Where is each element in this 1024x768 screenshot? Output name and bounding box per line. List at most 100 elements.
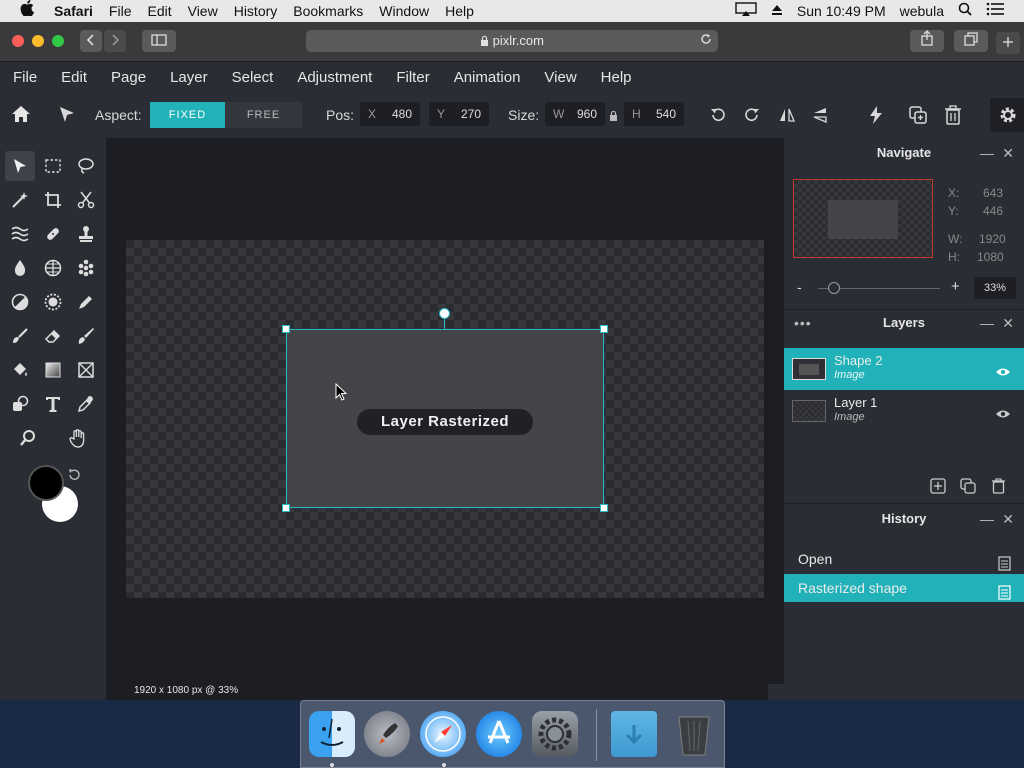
marquee-tool-button[interactable] <box>38 151 68 181</box>
shape-tool-button[interactable] <box>71 355 101 385</box>
layer-row-layer-1[interactable]: Layer 1 Image <box>784 390 1024 432</box>
editor-menu-help[interactable]: Help <box>588 69 643 86</box>
airplay-icon[interactable] <box>728 0 764 22</box>
rotate-left-icon[interactable] <box>709 106 727 127</box>
duplicate-icon[interactable] <box>908 105 928 128</box>
zoom-out-button[interactable]: - <box>797 279 802 295</box>
color-replace-tool-button[interactable] <box>5 287 35 317</box>
lock-ratio-icon[interactable] <box>609 108 618 124</box>
clone-tool-button[interactable] <box>71 219 101 249</box>
zoom-tool-button[interactable] <box>13 423 43 453</box>
sidebar-toggle-button[interactable] <box>142 30 176 52</box>
text-tool-button[interactable] <box>38 389 68 419</box>
apple-icon[interactable] <box>0 0 46 22</box>
aspect-fixed-button[interactable]: FIXED <box>150 102 225 128</box>
swap-colors-icon[interactable] <box>67 468 81 487</box>
menu-history[interactable]: History <box>226 0 286 22</box>
gradient-tool-button[interactable] <box>38 355 68 385</box>
position-x-input[interactable]: X 480 <box>360 102 420 126</box>
zoom-level-input[interactable]: 33% <box>974 277 1016 299</box>
size-height-input[interactable]: H 540 <box>624 102 684 126</box>
rotate-right-icon[interactable] <box>743 106 761 127</box>
wand-tool-button[interactable] <box>5 185 35 215</box>
history-minimize-icon[interactable]: — <box>980 511 994 527</box>
launchpad-icon[interactable] <box>364 711 410 757</box>
navigator-preview[interactable] <box>793 179 933 258</box>
pen-tool-button[interactable] <box>71 287 101 317</box>
home-icon[interactable] <box>10 104 32 127</box>
size-width-input[interactable]: W 960 <box>545 102 605 126</box>
history-item-rasterized-shape[interactable]: Rasterized shape <box>784 574 1024 602</box>
clock[interactable]: Sun 10:49 PM <box>790 0 893 22</box>
hand-tool-button[interactable] <box>63 423 93 453</box>
editor-menu-filter[interactable]: Filter <box>383 69 440 86</box>
rotation-handle[interactable] <box>439 308 450 319</box>
editor-menu-animation[interactable]: Animation <box>441 69 532 86</box>
drawing-tool-button[interactable] <box>5 389 35 419</box>
editor-menu-select[interactable]: Select <box>219 69 285 86</box>
reload-icon[interactable] <box>700 30 712 52</box>
zoom-slider-thumb[interactable] <box>828 282 840 294</box>
resize-handle-top-left[interactable] <box>282 325 290 333</box>
menu-file[interactable]: File <box>101 0 140 22</box>
navigate-minimize-icon[interactable]: — <box>980 145 994 161</box>
close-window-button[interactable] <box>12 35 24 47</box>
flip-horizontal-icon[interactable] <box>778 106 796 127</box>
notification-center-icon[interactable] <box>979 0 1024 22</box>
editor-menu-view[interactable]: View <box>531 69 587 86</box>
position-y-input[interactable]: Y 270 <box>429 102 489 126</box>
fill-tool-button[interactable] <box>5 355 35 385</box>
editor-menu-adjustment[interactable]: Adjustment <box>284 69 383 86</box>
menu-bookmarks[interactable]: Bookmarks <box>285 0 371 22</box>
layers-close-icon[interactable]: ✕ <box>1002 315 1014 332</box>
arrange-tool-button[interactable] <box>5 151 35 181</box>
heal-tool-button[interactable] <box>38 219 68 249</box>
trash-icon[interactable] <box>671 711 717 757</box>
menu-app-name[interactable]: Safari <box>46 0 101 22</box>
system-preferences-icon[interactable] <box>532 711 578 757</box>
add-layer-icon[interactable] <box>930 478 946 499</box>
new-tab-button[interactable] <box>996 32 1020 54</box>
address-bar[interactable]: pixlr.com <box>306 30 718 52</box>
cutout-tool-button[interactable] <box>71 185 101 215</box>
app-store-icon[interactable] <box>476 711 522 757</box>
eraser-tool-button[interactable] <box>38 321 68 351</box>
editor-menu-layer[interactable]: Layer <box>157 69 219 86</box>
menu-view[interactable]: View <box>180 0 226 22</box>
editor-menu-page[interactable]: Page <box>98 69 157 86</box>
resize-handle-bottom-left[interactable] <box>282 504 290 512</box>
eye-icon[interactable] <box>995 406 1011 424</box>
lasso-tool-button[interactable] <box>71 151 101 181</box>
downloads-folder-icon[interactable] <box>611 711 657 757</box>
auto-fix-icon[interactable] <box>866 105 886 128</box>
minimize-window-button[interactable] <box>32 35 44 47</box>
menu-help[interactable]: Help <box>437 0 482 22</box>
delete-layer-icon[interactable] <box>991 478 1006 499</box>
resize-handle-bottom-right[interactable] <box>600 504 608 512</box>
blur-tool-button[interactable] <box>5 253 35 283</box>
history-close-icon[interactable]: ✕ <box>1002 511 1014 528</box>
zoom-in-button[interactable]: + <box>951 278 960 295</box>
eject-icon[interactable] <box>764 0 790 22</box>
forward-button[interactable] <box>104 30 126 52</box>
editor-menu-file[interactable]: File <box>0 69 48 86</box>
crop-tool-button[interactable] <box>38 185 68 215</box>
settings-button[interactable] <box>990 98 1024 132</box>
share-button[interactable] <box>910 30 944 52</box>
zoom-window-button[interactable] <box>52 35 64 47</box>
layers-minimize-icon[interactable]: — <box>980 315 994 331</box>
pencil-tool-button[interactable] <box>71 321 101 351</box>
flip-vertical-icon[interactable] <box>811 106 829 127</box>
layer-row-shape-2[interactable]: Shape 2 Image <box>784 348 1024 390</box>
duplicate-layer-icon[interactable] <box>960 478 976 499</box>
eyedropper-tool-button[interactable] <box>71 389 101 419</box>
liquify-tool-button[interactable] <box>5 219 35 249</box>
spotlight-search-icon[interactable] <box>951 0 979 22</box>
safari-icon[interactable] <box>420 711 466 757</box>
tabs-overview-button[interactable] <box>954 30 988 52</box>
aspect-free-button[interactable]: FREE <box>225 102 302 128</box>
brush-tool-button[interactable] <box>5 321 35 351</box>
history-item-open[interactable]: Open <box>784 545 1024 573</box>
dodge-tool-button[interactable] <box>71 253 101 283</box>
resize-handle-top-right[interactable] <box>600 325 608 333</box>
